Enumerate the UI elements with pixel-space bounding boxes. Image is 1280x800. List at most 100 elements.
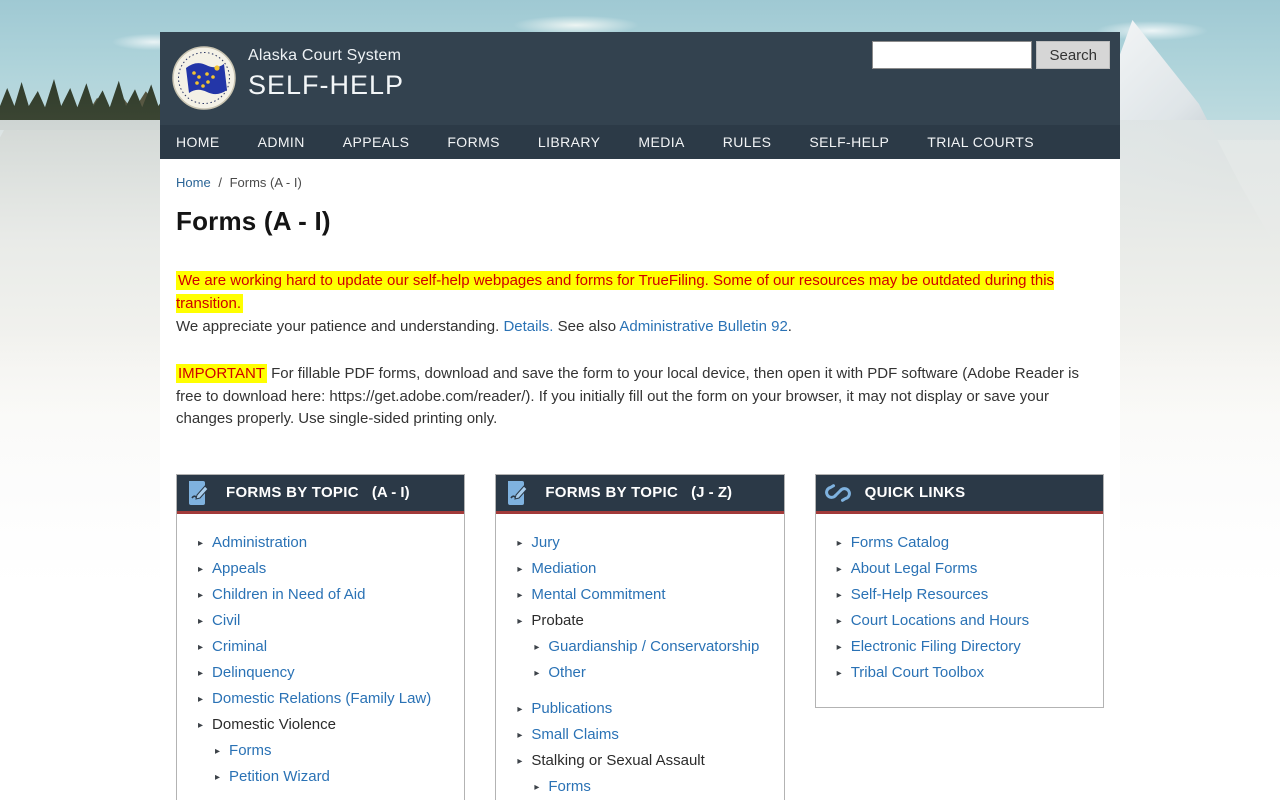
important-note: IMPORTANT For fillable PDF forms, downlo… <box>176 363 1091 431</box>
form-edit-icon <box>186 480 212 506</box>
triangle-bullet-icon: ▸ <box>198 636 203 660</box>
nav-item-library[interactable]: LIBRARY <box>519 125 619 159</box>
topic-link[interactable]: Forms Catalog <box>851 531 949 555</box>
topic-link[interactable]: Court Locations and Hours <box>851 609 1029 633</box>
nav-item-forms[interactable]: FORMS <box>428 125 519 159</box>
topic-link[interactable]: Delinquency <box>212 661 295 685</box>
search-bar: Search <box>872 41 1110 69</box>
details-link[interactable]: Details. <box>503 318 553 335</box>
nav-item-admin[interactable]: ADMIN <box>239 125 324 159</box>
topic-link[interactable]: About Legal Forms <box>851 557 978 581</box>
nav-item-self-help[interactable]: SELF-HELP <box>790 125 908 159</box>
topic-link[interactable]: Small Claims <box>531 723 619 747</box>
list-item: ▸Delinquency <box>198 661 456 687</box>
brand-block: Alaska Court System SELF-HELP <box>248 47 404 101</box>
list-item: ▸Court Locations and Hours <box>837 609 1095 635</box>
triangle-bullet-icon: ▸ <box>198 714 203 738</box>
topic-link[interactable]: Forms <box>229 739 272 763</box>
list-item: ▸ Administration <box>198 531 456 557</box>
triangle-bullet-icon: ▸ <box>517 724 522 748</box>
triangle-bullet-icon: ▸ <box>215 740 220 764</box>
triangle-bullet-icon: ▸ <box>517 558 522 582</box>
topic-label: Domestic Violence <box>212 713 336 737</box>
topic-link[interactable]: Children in Need of Aid <box>212 583 365 607</box>
nav-item-trial-courts[interactable]: TRIAL COURTS <box>908 125 1053 159</box>
topic-link[interactable]: Mental Commitment <box>531 583 665 607</box>
notice-highlighted-text: We are working hard to update our self-h… <box>176 271 1054 313</box>
topic-link[interactable]: Electronic Filing Directory <box>851 635 1021 659</box>
page-column: Alaska Court System SELF-HELP Search HOM… <box>160 32 1120 800</box>
site-header: Alaska Court System SELF-HELP Search <box>160 32 1120 125</box>
notice-see-also: See also <box>558 318 616 335</box>
panel-header: FORMS BY TOPIC (A - I) <box>177 475 464 514</box>
nav-item-home[interactable]: HOME <box>160 125 239 159</box>
page-title: Forms (A - I) <box>176 206 1104 237</box>
triangle-bullet-icon: ▸ <box>837 558 842 582</box>
panel-range: (A - I) <box>372 484 410 501</box>
breadcrumb-current: Forms (A - I) <box>230 175 302 190</box>
form-edit-icon <box>505 480 531 506</box>
truefiling-notice: We are working hard to update our self-h… <box>176 269 1086 338</box>
nav-item-appeals[interactable]: APPEALS <box>324 125 429 159</box>
topic-link[interactable]: Appeals <box>212 557 266 581</box>
important-label: IMPORTANT <box>176 364 267 383</box>
topic-link[interactable]: Civil <box>212 609 240 633</box>
triangle-bullet-icon: ▸ <box>198 532 203 556</box>
nav-item-rules[interactable]: RULES <box>704 125 791 159</box>
topic-link[interactable]: Publications <box>531 697 612 721</box>
list-item: ▸Forms <box>534 775 775 800</box>
topic-link[interactable]: Forms <box>548 775 591 799</box>
nav-item-media[interactable]: MEDIA <box>619 125 703 159</box>
search-input[interactable] <box>872 41 1032 69</box>
list-item: ▸ Other <box>534 661 775 687</box>
triangle-bullet-icon: ▸ <box>215 766 220 790</box>
section-title: SELF-HELP <box>248 70 404 101</box>
alaska-court-seal-logo <box>172 46 236 110</box>
triangle-bullet-icon: ▸ <box>534 662 539 686</box>
triangle-bullet-icon: ▸ <box>198 688 203 712</box>
triangle-bullet-icon: ▸ <box>198 610 203 634</box>
triangle-bullet-icon: ▸ <box>517 698 522 722</box>
triangle-bullet-icon: ▸ <box>517 750 522 774</box>
site-name: Alaska Court System <box>248 47 404 65</box>
list-item: ▸Mental Commitment <box>517 583 775 609</box>
triangle-bullet-icon: ▸ <box>837 584 842 608</box>
topic-list: ▸Administration▸Appeals▸Children in Need… <box>177 514 464 800</box>
topic-label: Probate <box>531 609 584 633</box>
list-item: ▸Guardianship / Conservatorship <box>534 635 775 661</box>
topic-link[interactable]: Guardianship / Conservatorship <box>548 635 759 659</box>
topic-link[interactable]: Other <box>548 661 586 685</box>
list-item: ▸ Domestic Violence <box>198 713 456 739</box>
topic-link[interactable]: Criminal <box>212 635 267 659</box>
list-item: ▸ Domestic Relations (Family Law) <box>198 687 456 713</box>
topic-link[interactable]: Self-Help Resources <box>851 583 989 607</box>
triangle-bullet-icon: ▸ <box>837 662 842 686</box>
panel-title: FORMS BY TOPIC <box>226 484 359 501</box>
chain-link-icon <box>825 480 851 506</box>
list-item: ▸Electronic Filing Directory <box>837 635 1095 661</box>
topic-link[interactable]: Administration <box>212 531 307 555</box>
triangle-bullet-icon: ▸ <box>517 532 522 556</box>
main-navigation: HOMEADMINAPPEALSFORMSLIBRARYMEDIARULESSE… <box>160 125 1120 159</box>
topic-link[interactable]: Tribal Court Toolbox <box>851 661 984 685</box>
list-item: ▸Probate <box>517 609 775 635</box>
topic-link[interactable]: Jury <box>531 531 559 555</box>
topic-link[interactable]: Petition Wizard <box>229 765 330 789</box>
list-item: ▸ Small Claims <box>517 723 775 749</box>
panel-header: FORMS BY TOPIC (J - Z) <box>496 475 783 514</box>
notice-period: . <box>788 318 792 335</box>
topic-link[interactable]: Domestic Relations (Family Law) <box>212 687 431 711</box>
panel-title: FORMS BY TOPIC <box>545 484 678 501</box>
topic-link[interactable]: Mediation <box>531 557 596 581</box>
list-item: ▸ Forms <box>215 739 456 765</box>
breadcrumb-home-link[interactable]: Home <box>176 175 211 190</box>
panel-forms-by-topic-j-z: FORMS BY TOPIC (J - Z) ▸Jury▸Mediation▸M… <box>495 474 784 800</box>
triangle-bullet-icon: ▸ <box>837 532 842 556</box>
admin-bulletin-link[interactable]: Administrative Bulletin 92 <box>619 318 787 335</box>
list-item: ▸ Forms Catalog <box>837 531 1095 557</box>
list-item: ▸ Civil <box>198 609 456 635</box>
list-item: ▸ Publications <box>517 697 775 723</box>
panels-row: FORMS BY TOPIC (A - I) ▸ Administration ▸ A… <box>176 474 1104 800</box>
list-item: ▸Children in Need of Aid <box>198 583 456 609</box>
search-button[interactable]: Search <box>1036 41 1110 69</box>
